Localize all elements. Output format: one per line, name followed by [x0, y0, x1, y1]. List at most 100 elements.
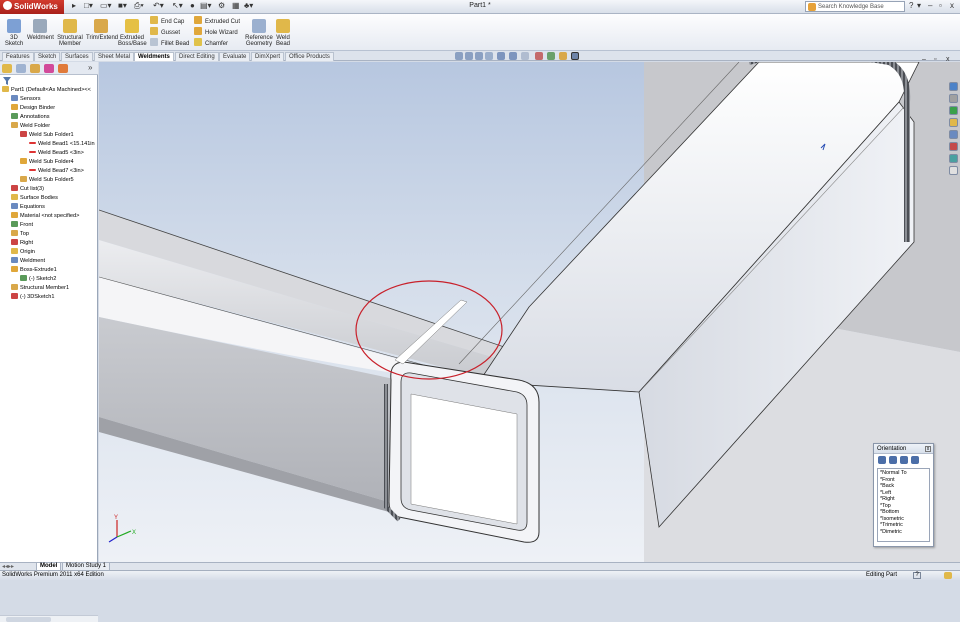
- hole-wizard-button[interactable]: Hole Wizard: [194, 27, 238, 38]
- panel-expand-icon[interactable]: »: [88, 63, 92, 72]
- extruded-boss-label: Extruded Boss/Base: [118, 35, 147, 47]
- tree-item[interactable]: Design Binder: [11, 104, 98, 113]
- tree-item[interactable]: Sensors: [11, 95, 98, 104]
- tree-item[interactable]: Cut list(3): [11, 185, 98, 194]
- feature-tree-icon[interactable]: [2, 64, 12, 73]
- tab-weldments[interactable]: Weldments: [134, 52, 174, 61]
- graphics-area[interactable]: Y X: [99, 62, 960, 562]
- tree-item[interactable]: Right: [11, 239, 98, 248]
- tree-item[interactable]: Annotations: [11, 113, 98, 122]
- weld-bead-button[interactable]: Weld Bead: [274, 17, 292, 47]
- extruded-cut-button[interactable]: Extruded Cut: [194, 16, 240, 27]
- end-cap-button[interactable]: End Cap: [150, 16, 184, 27]
- zoom-to-fit-icon[interactable]: [455, 52, 463, 60]
- chamfer-button[interactable]: Chamfer: [194, 38, 228, 49]
- tab-sketch[interactable]: Sketch: [34, 52, 61, 61]
- tree-item[interactable]: Part1 (Default<As Machined><<: [2, 86, 98, 95]
- tree-item[interactable]: Top: [11, 230, 98, 239]
- tube-interior-face: [410, 393, 518, 525]
- tree-item[interactable]: Weld Bead1 <15.141in: [29, 140, 98, 149]
- trim-extend-button[interactable]: Trim/Extend: [86, 17, 118, 41]
- pin-dialog-icon[interactable]: [878, 456, 886, 464]
- help-dropdown-icon[interactable]: ▾: [917, 1, 921, 10]
- tree-item[interactable]: (-) Sketch2: [20, 275, 98, 284]
- weldment-model-view[interactable]: Y X: [99, 62, 960, 562]
- tree-item[interactable]: Weld Sub Folder1: [20, 131, 98, 140]
- reset-view-icon[interactable]: [911, 456, 919, 464]
- tree-item[interactable]: Weld Folder: [11, 122, 98, 131]
- minimize-button[interactable]: –: [928, 1, 932, 10]
- rotate-icon[interactable]: [571, 52, 579, 60]
- tab-scroll-arrows[interactable]: ◂◂▸▸: [2, 563, 14, 570]
- edit-appearance-icon[interactable]: [535, 52, 543, 60]
- section-view-icon[interactable]: [485, 52, 493, 60]
- extruded-boss-button[interactable]: Extruded Boss/Base: [118, 17, 147, 47]
- tree-item-icon: [20, 158, 27, 164]
- design-library-icon[interactable]: [949, 94, 958, 103]
- tab-sheet-metal[interactable]: Sheet Metal: [94, 52, 135, 61]
- tab-direct-editing[interactable]: Direct Editing: [175, 52, 219, 61]
- tree-item-label: Weld Bead5 <3in>: [38, 150, 84, 156]
- tree-item[interactable]: Equations: [11, 203, 98, 212]
- property-manager-icon[interactable]: [16, 64, 26, 73]
- tree-item[interactable]: Weld Sub Folder5: [20, 176, 98, 185]
- tab-features[interactable]: Features: [2, 52, 34, 61]
- tree-item[interactable]: Material <not specified>: [11, 212, 98, 221]
- tree-item[interactable]: Origin: [11, 248, 98, 257]
- 3d-sketch-button[interactable]: 3D Sketch: [2, 17, 26, 47]
- view-settings-icon[interactable]: [559, 52, 567, 60]
- tab-dimxpert[interactable]: DimXpert: [251, 52, 285, 61]
- weldment-button[interactable]: Weldment: [27, 17, 54, 41]
- orientation-view-item[interactable]: *Dimetric: [880, 529, 927, 536]
- panel-horizontal-scrollbar[interactable]: [0, 615, 98, 622]
- viewport-close-button[interactable]: x: [946, 56, 950, 63]
- viewport-restore-button[interactable]: ▫: [934, 56, 936, 63]
- new-view-icon[interactable]: [889, 456, 897, 464]
- tree-item[interactable]: Boss-Extrude1: [11, 266, 98, 275]
- search-results-icon[interactable]: [949, 154, 958, 163]
- update-view-icon[interactable]: [900, 456, 908, 464]
- tab-surfaces[interactable]: Surfaces: [61, 52, 93, 61]
- viewport-minimize-button[interactable]: –: [922, 56, 926, 63]
- restore-button[interactable]: ▫: [939, 1, 942, 10]
- close-button[interactable]: x: [950, 1, 954, 10]
- tree-item[interactable]: Weld Sub Folder4: [20, 158, 98, 167]
- gusset-button[interactable]: Gusset: [150, 27, 180, 38]
- tab-office-products[interactable]: Office Products: [285, 52, 334, 61]
- previous-view-icon[interactable]: [475, 52, 483, 60]
- file-explorer-icon[interactable]: [949, 106, 958, 115]
- orientation-close-button[interactable]: x: [925, 446, 931, 452]
- document-recovery-icon[interactable]: [949, 166, 958, 175]
- zoom-to-area-icon[interactable]: [465, 52, 473, 60]
- tree-item[interactable]: (-) 3DSketch1: [11, 293, 98, 302]
- fillet-bead-button[interactable]: Fillet Bead: [150, 38, 189, 49]
- appearances-icon[interactable]: [949, 130, 958, 139]
- tree-item[interactable]: Surface Bodies: [11, 194, 98, 203]
- view-orientation-icon[interactable]: [497, 52, 505, 60]
- display-style-icon[interactable]: [509, 52, 517, 60]
- help-button[interactable]: ?: [909, 1, 913, 10]
- tree-item[interactable]: Weld Bead7 <3in>: [29, 167, 98, 176]
- tree-item-label: Origin: [20, 249, 35, 255]
- solidworks-resources-icon[interactable]: [949, 82, 958, 91]
- display-manager-icon[interactable]: [58, 64, 68, 73]
- scrollbar-thumb[interactable]: [6, 617, 51, 622]
- tree-item[interactable]: Structural Member1: [11, 284, 98, 293]
- hide-show-icon[interactable]: [521, 52, 529, 60]
- rebuild-status-icon[interactable]: [944, 572, 952, 579]
- view-palette-icon[interactable]: [949, 118, 958, 127]
- search-knowledge-base-input[interactable]: Search Knowledge Base: [805, 1, 905, 12]
- tree-item[interactable]: Weldment: [11, 257, 98, 266]
- tree-item[interactable]: Weld Bead5 <3in>: [29, 149, 98, 158]
- status-help-button[interactable]: ?: [913, 572, 921, 579]
- structural-member-button[interactable]: Structural Member: [56, 17, 84, 47]
- dimxpert-manager-icon[interactable]: [44, 64, 54, 73]
- reference-geometry-button[interactable]: Reference Geometry: [244, 17, 274, 47]
- configuration-manager-icon[interactable]: [30, 64, 40, 73]
- tab-evaluate[interactable]: Evaluate: [219, 52, 251, 61]
- custom-properties-icon[interactable]: [949, 142, 958, 151]
- filter-icon[interactable]: [3, 77, 11, 85]
- apply-scene-icon[interactable]: [547, 52, 555, 60]
- tree-item[interactable]: Front: [11, 221, 98, 230]
- bottom-tabs: ◂◂▸▸ Model Motion Study 1: [0, 562, 960, 571]
